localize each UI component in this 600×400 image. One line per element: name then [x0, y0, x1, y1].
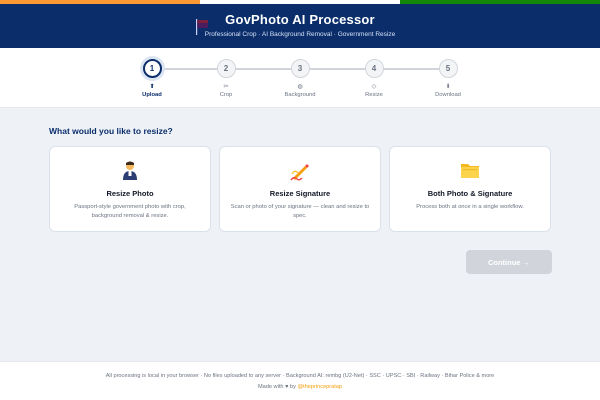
card-icon-wrap [50, 161, 210, 181]
card-title: Both Photo & Signature [427, 189, 513, 198]
step-label: Crop [219, 92, 233, 98]
card-icon-wrap [220, 161, 380, 181]
person-icon [123, 161, 137, 180]
palette-icon: ◍ [297, 84, 303, 90]
resize-signature-card[interactable]: Resize Signature Scan or photo of your s… [219, 146, 381, 232]
scissors-icon: ✂ [223, 84, 229, 90]
app-header: GovPhoto AI Processor Professional Crop … [0, 4, 600, 48]
card-title: Resize Signature [269, 189, 331, 198]
heart-icon: ♥ [285, 384, 289, 390]
privacy-note: All processing is local in your browser … [105, 373, 495, 379]
card-description: Scan or photo of your signature — clean … [230, 204, 370, 219]
progress-stepper: 1 ⬆ Upload 2 ✂ Crop 3 ◍ Background 4 ◇ R… [0, 48, 600, 108]
resize-photo-card[interactable]: Resize Photo Passport-style government p… [49, 146, 211, 232]
made-by: by [289, 384, 296, 390]
step-crop[interactable]: 2 ✂ Crop [196, 48, 256, 98]
app-footer: All processing is local in your browser … [0, 361, 600, 400]
continue-button[interactable]: Continue → [466, 250, 552, 274]
app-subtitle: Professional Crop · AI Background Remova… [204, 31, 396, 38]
step-number: 5 [438, 59, 458, 78]
card-icon-wrap [390, 161, 550, 181]
step-label: Upload [142, 92, 162, 98]
step-resize[interactable]: 4 ◇ Resize [344, 48, 404, 98]
card-description: Passport-style government photo with cro… [74, 204, 186, 219]
step-label: Resize [365, 92, 383, 98]
step-label: Download [435, 92, 461, 98]
both-photo-signature-card[interactable]: Both Photo & Signature Process both at o… [389, 146, 551, 232]
resize-question: What would you like to resize? [49, 126, 173, 136]
step-number: 1 [142, 59, 162, 78]
step-number: 4 [364, 59, 384, 78]
card-description: Process both at once in a single workflo… [416, 204, 524, 210]
download-icon: ⬇ [445, 84, 451, 90]
made-with-line: Made with ♥ by @theprincepratap [0, 384, 600, 390]
made-prefix: Made with [258, 384, 284, 390]
step-label: Background [284, 92, 316, 98]
step-download[interactable]: 5 ⬇ Download [418, 48, 478, 98]
signature-icon [290, 164, 309, 181]
step-number: 2 [216, 59, 236, 78]
card-title: Resize Photo [106, 189, 154, 198]
resize-icon: ◇ [371, 84, 377, 90]
step-upload[interactable]: 1 ⬆ Upload [122, 48, 182, 98]
upload-icon: ⬆ [149, 84, 155, 90]
step-background[interactable]: 3 ◍ Background [270, 48, 330, 98]
folder-icon [461, 164, 479, 178]
app-title: GovPhoto AI Processor [225, 12, 375, 27]
author-link[interactable]: @theprincepratap [297, 384, 342, 390]
step-number: 3 [290, 59, 310, 78]
